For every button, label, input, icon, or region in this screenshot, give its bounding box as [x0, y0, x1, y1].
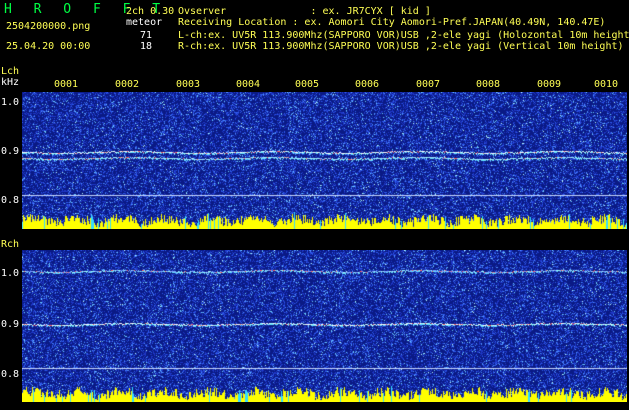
lch-ylabel-3: 0.8 — [1, 195, 20, 206]
minute-label-0003: 0003 — [176, 79, 201, 90]
rch-spectrogram — [22, 250, 627, 402]
mode-label: 2ch 0.30 — [126, 6, 175, 17]
datetime-label: 25.04.20 00:00 — [6, 41, 91, 52]
lch-ylabel-2: 0.9 — [1, 146, 20, 157]
minute-label-0006: 0006 — [355, 79, 380, 90]
minute-label-0007: 0007 — [416, 79, 441, 90]
minute-label-0002: 0002 — [115, 79, 140, 90]
rch-ylabel-2: 0.9 — [1, 319, 20, 330]
location-line: Receiving Location : ex. Aomori City Aom… — [178, 17, 606, 28]
rch-config-line: R-ch:ex. UV5R 113.900Mhz(SAPPORO VOR)USB… — [178, 41, 624, 52]
lch-spectrogram-canvas — [22, 92, 627, 229]
rch-meteor-count: 18 — [140, 41, 153, 52]
minute-label-0005: 0005 — [295, 79, 320, 90]
lch-spectrogram — [22, 92, 627, 229]
lch-meteor-count: 71 — [140, 30, 153, 41]
lch-label: Lch — [1, 66, 20, 77]
minute-label-0008: 0008 — [476, 79, 501, 90]
lch-ylabel-1: 1.0 — [1, 97, 20, 108]
minute-label-0010: 0010 — [594, 79, 619, 90]
filename-label: 2504200000.png — [6, 21, 91, 32]
rch-ylabel-3: 0.8 — [1, 369, 20, 380]
minute-label-0001: 0001 — [54, 79, 79, 90]
rch-ylabel-1: 1.0 — [1, 268, 20, 279]
rch-spectrogram-canvas — [22, 250, 627, 402]
minute-label-0004: 0004 — [236, 79, 261, 90]
minute-label-0009: 0009 — [537, 79, 562, 90]
observer-line: Ovserver : ex. JR7CYX [ kid ] — [178, 6, 431, 17]
meteor-label: meteor — [126, 17, 163, 28]
lch-config-line: L-ch:ex. UV5R 113.900Mhz(SAPPORO VOR)USB… — [178, 30, 629, 41]
lch-unit-label: kHz — [1, 77, 20, 88]
rch-label: Rch — [1, 239, 20, 250]
